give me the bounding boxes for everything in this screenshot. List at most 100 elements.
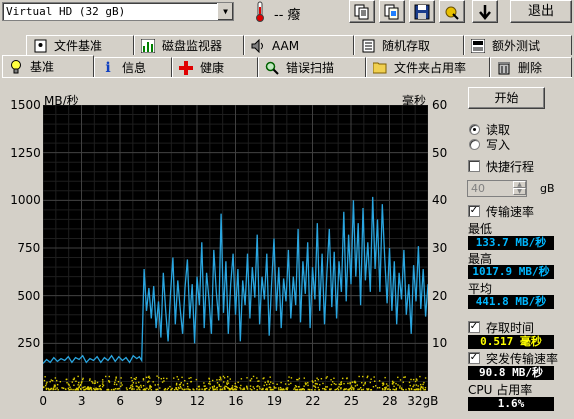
- tab-folder-usage[interactable]: 文件夹占用率: [366, 57, 490, 77]
- access-time-point: [72, 378, 75, 381]
- access-time-point: [218, 385, 221, 387]
- access-time-point: [213, 385, 215, 387]
- download-button[interactable]: [472, 0, 498, 23]
- tab-error-scan[interactable]: 错误扫描: [258, 57, 366, 77]
- access-time-point: [227, 387, 230, 389]
- access-time-point: [203, 388, 206, 391]
- access-time-point: [408, 387, 410, 390]
- tab-aam[interactable]: AAM: [244, 35, 354, 55]
- info-icon: i: [105, 59, 111, 76]
- tab-label: AAM: [272, 38, 300, 53]
- x-tick-label: 0: [39, 394, 48, 408]
- access-time-point: [243, 387, 245, 389]
- copy-image-button[interactable]: [379, 0, 405, 23]
- access-time-point: [324, 386, 327, 388]
- access-time-point: [224, 387, 226, 389]
- access-time-point: [163, 380, 165, 382]
- access-time-point: [175, 382, 178, 385]
- tab-health[interactable]: 健康: [172, 57, 258, 77]
- access-time-point: [382, 384, 384, 386]
- access-time-point: [179, 385, 182, 388]
- short-stroke-checkbox[interactable]: [468, 160, 480, 172]
- access-time-point: [269, 381, 272, 383]
- access-time-point: [190, 376, 192, 379]
- transfer-rate-checkbox[interactable]: ✓: [468, 205, 480, 217]
- short-stroke-stepper[interactable]: 40 ▲ ▼: [467, 180, 527, 197]
- access-time-point: [198, 388, 201, 390]
- access-time-point: [48, 389, 50, 391]
- save-button[interactable]: [409, 0, 435, 23]
- access-time-point: [101, 383, 104, 385]
- access-time-point: [88, 379, 91, 382]
- tab-extra-tests[interactable]: 额外测试: [464, 35, 572, 55]
- start-button[interactable]: 开始: [468, 87, 545, 109]
- access-time-point: [240, 388, 242, 390]
- options-button[interactable]: [439, 0, 465, 23]
- access-time-point: [316, 377, 318, 379]
- burst-rate-checkbox[interactable]: ✓: [468, 352, 480, 364]
- access-time-point: [340, 381, 343, 383]
- access-time-point: [196, 388, 198, 390]
- tab-random-access[interactable]: 随机存取: [354, 35, 464, 55]
- x-tick-label: 6: [116, 394, 125, 408]
- access-time-point: [303, 388, 305, 391]
- access-time-point: [399, 387, 401, 389]
- stepper-up-icon[interactable]: ▲: [513, 181, 526, 188]
- cpu-usage-value: 1.6%: [468, 397, 554, 411]
- access-time-point: [399, 385, 401, 387]
- access-time-point: [370, 378, 372, 380]
- access-time-point: [101, 379, 104, 381]
- access-time-point: [135, 382, 137, 384]
- access-time-point: [45, 388, 48, 391]
- tab-benchmark[interactable]: 基准: [2, 55, 94, 77]
- chevron-down-icon[interactable]: ▼: [217, 3, 233, 20]
- access-time-point: [410, 378, 412, 381]
- access-time-point: [311, 389, 313, 391]
- access-time-point: [422, 387, 424, 390]
- access-time-point: [98, 388, 100, 390]
- access-time-point: [198, 385, 200, 387]
- access-time-point: [329, 388, 331, 391]
- exit-button[interactable]: 退出: [510, 0, 572, 23]
- access-time-point: [308, 388, 311, 391]
- access-time-point: [67, 387, 70, 390]
- access-time-point: [62, 387, 65, 390]
- access-time-point: [169, 385, 171, 388]
- access-time-point: [147, 388, 150, 391]
- tab-info[interactable]: i 信息: [94, 57, 172, 77]
- burst-rate-label: 突发传输速率: [486, 352, 559, 366]
- access-time-point: [348, 389, 350, 391]
- access-time-point: [330, 383, 333, 386]
- access-time-point: [326, 376, 328, 378]
- access-time-point: [44, 384, 47, 387]
- access-time-point: [415, 384, 418, 386]
- access-time-point: [360, 387, 362, 389]
- tab-erase[interactable]: 删除: [490, 57, 572, 77]
- access-time-point: [120, 385, 122, 388]
- access-time-point: [356, 384, 358, 386]
- access-time-point: [55, 379, 58, 382]
- access-time-point: [188, 377, 190, 380]
- access-time-point: [114, 388, 117, 390]
- access-time-point: [156, 375, 158, 377]
- access-time-point: [378, 386, 381, 389]
- access-time-point: [318, 388, 320, 391]
- drive-select[interactable]: Virtual HD (32 gB) ▼: [2, 2, 234, 21]
- stepper-down-icon[interactable]: ▼: [513, 188, 526, 195]
- access-time-point: [353, 387, 355, 389]
- access-time-point: [203, 385, 205, 387]
- access-time-checkbox[interactable]: ✓: [468, 321, 480, 333]
- access-time-point: [44, 376, 46, 378]
- read-radio[interactable]: [469, 124, 480, 135]
- copy-text-button[interactable]: [349, 0, 375, 23]
- access-time-point: [267, 380, 269, 382]
- y-tick-label: 500: [17, 288, 41, 303]
- access-time-point: [160, 378, 162, 380]
- access-time-point: [337, 388, 340, 391]
- access-time-point: [360, 389, 363, 391]
- write-radio[interactable]: [469, 139, 480, 150]
- tab-disk-monitor[interactable]: 磁盘监视器: [134, 35, 244, 55]
- tab-file-benchmark[interactable]: 文件基准: [26, 35, 134, 55]
- access-time-point: [149, 385, 152, 388]
- access-time-point: [364, 383, 366, 385]
